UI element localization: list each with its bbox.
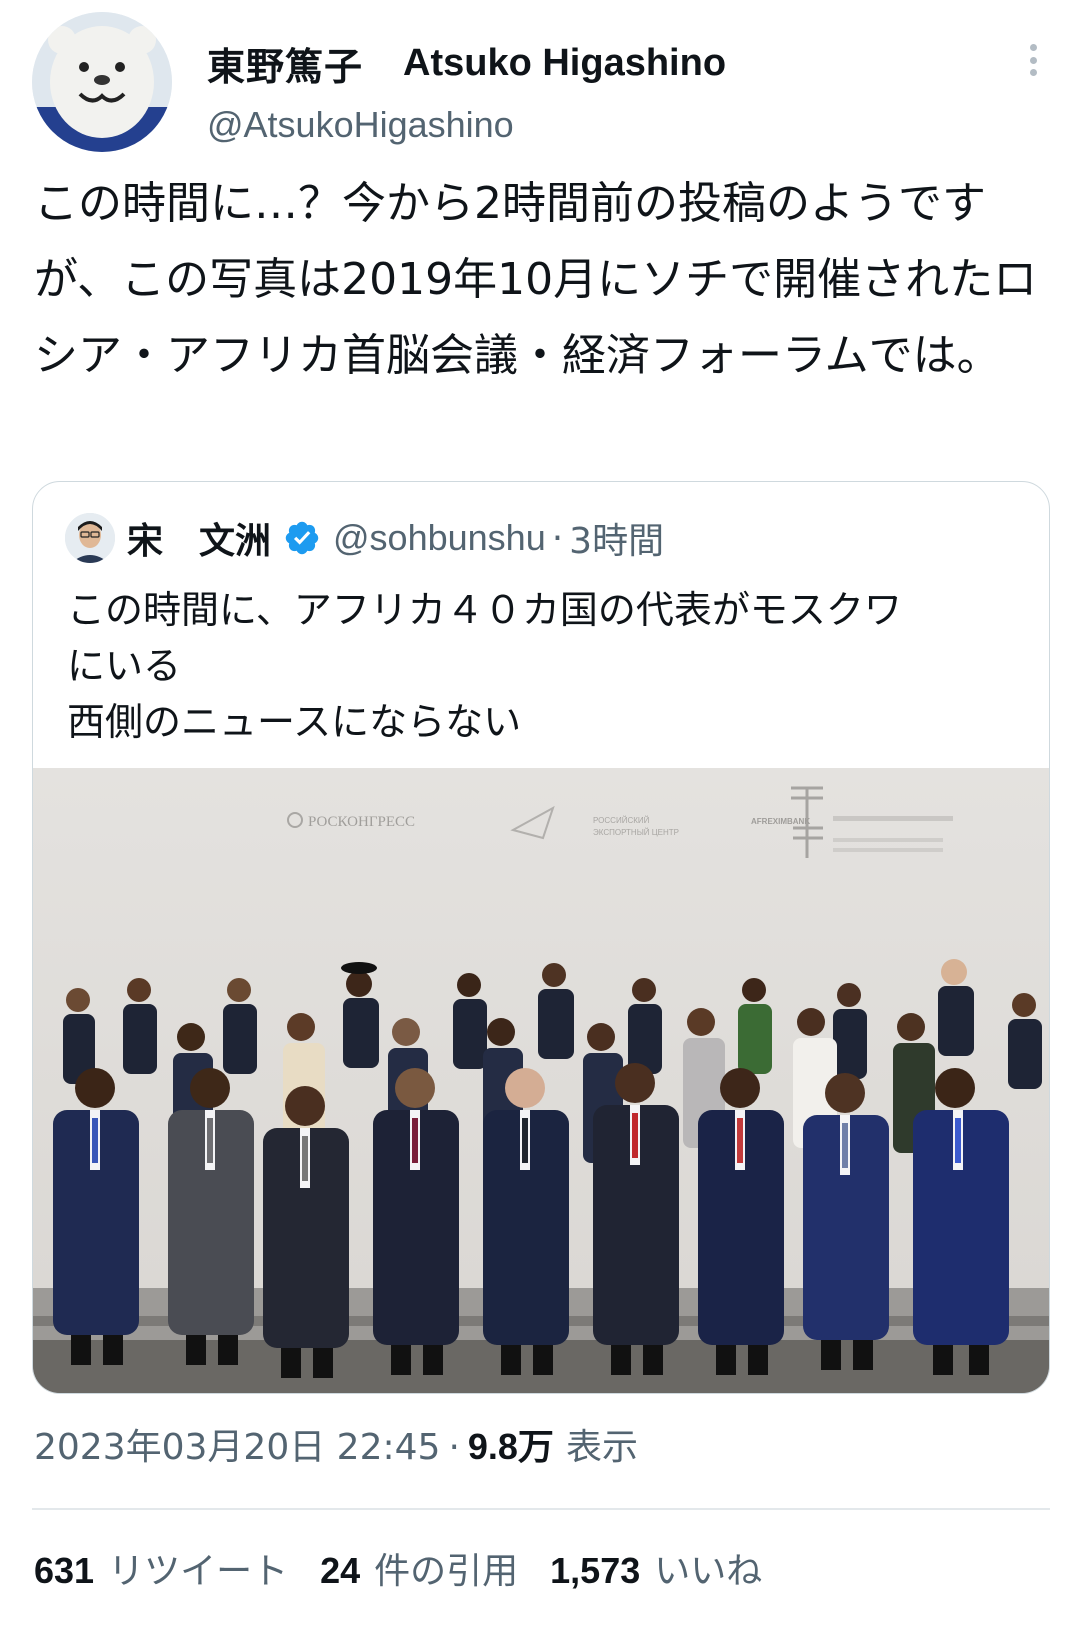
retweets-label: リツイート: [108, 1551, 289, 1592]
bear-mascot-avatar-icon: [32, 12, 172, 152]
svg-text:РОССИЙСКИЙ: РОССИЙСКИЙ: [593, 816, 650, 825]
person-avatar-icon: [65, 513, 115, 563]
roscongress-logo: РОСКОНГРЕСС: [287, 812, 415, 830]
quoted-author-avatar[interactable]: [65, 513, 115, 563]
quoted-tweet-photo[interactable]: РОСКОНГРЕСС РОССИЙСКИЙ ЭКСПОРТНЫЙ ЦЕНТР …: [33, 768, 1049, 1393]
svg-text:ЭКСПОРТНЫЙ ЦЕНТР: ЭКСПОРТНЫЙ ЦЕНТР: [593, 828, 679, 837]
tweet-text: この時間に…？今から2時間前の投稿のようですが、この写真は2019年10月にソチ…: [34, 178, 1038, 381]
author-name-row[interactable]: 東野篤子 Atsuko Higashino: [207, 36, 726, 91]
quoted-time[interactable]: 3時間: [569, 512, 664, 564]
tweet-timestamp[interactable]: 2023年03月20日 22:45: [34, 1418, 440, 1470]
tweet-header: 東野篤子 Atsuko Higashino @AtsukoHigashino: [32, 12, 1052, 152]
author-display-name[interactable]: 東野篤子: [207, 36, 363, 91]
verified-badge-icon: [285, 521, 319, 555]
stats-divider: [32, 1508, 1050, 1510]
quoted-tweet-header: 宋 文洲 @sohbunshu · 3時間: [65, 512, 664, 564]
views-label[interactable]: 表示: [566, 1418, 638, 1470]
author-display-name-en[interactable]: Atsuko Higashino: [403, 42, 726, 85]
tweet-stats-row: 631 リツイート 24 件の引用 1,573 いいね: [34, 1542, 794, 1594]
quoted-display-name[interactable]: 宋 文洲: [127, 512, 271, 564]
likes-stat[interactable]: 1,573 いいね: [550, 1542, 762, 1594]
meta-separator: ·: [448, 1427, 460, 1468]
author-handle[interactable]: @AtsukoHigashino: [207, 104, 514, 146]
svg-text:AFREXIMBANK: AFREXIMBANK: [751, 817, 810, 826]
quoted-separator: ·: [551, 517, 564, 559]
retweets-count: 631: [34, 1550, 95, 1591]
quotes-count: 24: [320, 1550, 361, 1591]
likes-label: いいね: [654, 1551, 763, 1592]
retweets-stat[interactable]: 631 リツイート: [34, 1542, 288, 1594]
quotes-stat[interactable]: 24 件の引用: [320, 1542, 518, 1594]
quoted-tweet-text: この時間に、アフリカ４０カ国の代表がモスクワ にいる 西側のニュースにならない: [67, 588, 902, 744]
more-options-icon[interactable]: [1018, 38, 1048, 82]
views-count[interactable]: 9.8万: [468, 1418, 554, 1470]
quotes-label: 件の引用: [374, 1551, 519, 1592]
group-photo-image: РОСКОНГРЕСС РОССИЙСКИЙ ЭКСПОРТНЫЙ ЦЕНТР …: [33, 768, 1049, 1393]
svg-text:РОСКОНГРЕСС: РОСКОНГРЕСС: [308, 814, 415, 830]
quoted-handle[interactable]: @sohbunshu: [333, 517, 546, 559]
quoted-tweet-card[interactable]: 宋 文洲 @sohbunshu · 3時間 この時間に、アフリカ４０カ国の代表が…: [32, 481, 1050, 1394]
author-avatar[interactable]: [32, 12, 172, 152]
likes-count: 1,573: [550, 1550, 641, 1591]
tweet-meta-row: 2023年03月20日 22:45 · 9.8万 表示: [34, 1418, 638, 1470]
